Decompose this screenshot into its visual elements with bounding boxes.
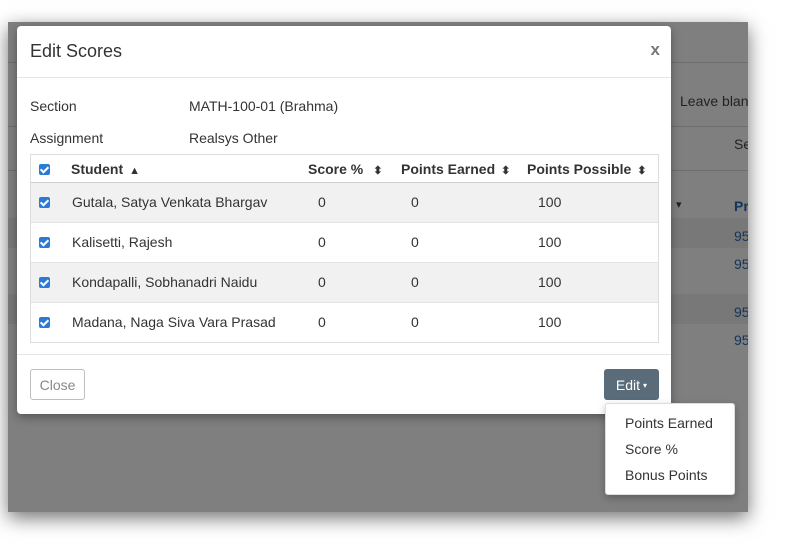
modal-title: Edit Scores	[30, 41, 123, 61]
points-possible-cell: 100	[538, 274, 562, 290]
points-earned-cell[interactable]: 0	[411, 314, 419, 330]
student-name: Gutala, Satya Venkata Bhargav	[72, 194, 268, 210]
assignment-label: Assignment	[30, 130, 104, 146]
edit-button-label: Edit	[615, 376, 641, 393]
menu-item-points-earned[interactable]: Points Earned	[625, 415, 713, 431]
sort-icon: ⬍	[501, 165, 511, 177]
table-row[interactable]: Kalisetti, Rajesh 0 0 100	[31, 223, 658, 263]
column-header-score-pct-label: Score %	[308, 161, 364, 177]
select-all-checkbox[interactable]	[39, 164, 50, 175]
points-possible-cell: 100	[538, 234, 562, 250]
modal-header: Edit Scores x	[17, 26, 671, 78]
column-header-points-possible-label: Points Possible	[527, 161, 632, 177]
points-possible-cell: 100	[538, 314, 562, 330]
edit-dropdown-button[interactable]: Edit ▾	[604, 369, 659, 400]
menu-item-bonus-points[interactable]: Bonus Points	[625, 467, 708, 483]
sort-icon: ⬍	[373, 165, 383, 177]
table-row[interactable]: Madana, Naga Siva Vara Prasad 0 0 100	[31, 303, 658, 343]
modal-footer: Close Edit ▾	[17, 354, 671, 414]
close-button[interactable]: Close	[30, 369, 85, 400]
student-name: Kondapalli, Sobhanadri Naidu	[72, 274, 258, 290]
column-header-points-earned-label: Points Earned	[401, 161, 496, 177]
edit-scores-modal: Edit Scores x Section MATH-100-01 (Brahm…	[17, 26, 671, 414]
student-name: Kalisetti, Rajesh	[72, 234, 173, 250]
caret-down-icon: ▾	[643, 381, 648, 391]
student-name: Madana, Naga Siva Vara Prasad	[72, 314, 276, 330]
assignment-value: Realsys Other	[189, 130, 278, 146]
edit-dropdown-menu: Points Earned Score % Bonus Points	[605, 403, 735, 495]
sort-icon: ⬍	[637, 165, 647, 177]
table-header: Student ▲ Score % ⬍ Points Earned ⬍ Points …	[31, 155, 658, 183]
scores-table: Student ▲ Score % ⬍ Points Earned ⬍ Points …	[30, 154, 659, 343]
sort-asc-icon: ▲	[129, 165, 140, 177]
row-checkbox[interactable]	[39, 277, 50, 288]
score-pct-cell[interactable]: 0	[318, 234, 326, 250]
score-pct-cell[interactable]: 0	[318, 314, 326, 330]
points-possible-cell: 100	[538, 194, 562, 210]
table-row[interactable]: Gutala, Satya Venkata Bhargav 0 0 100	[31, 183, 658, 223]
table-row[interactable]: Kondapalli, Sobhanadri Naidu 0 0 100	[31, 263, 658, 303]
score-pct-cell[interactable]: 0	[318, 274, 326, 290]
column-header-student-label: Student	[71, 161, 124, 177]
menu-item-score-pct[interactable]: Score %	[625, 441, 678, 457]
row-checkbox[interactable]	[39, 317, 50, 328]
column-header-points-earned[interactable]: Points Earned ⬍	[401, 161, 510, 177]
section-value: MATH-100-01 (Brahma)	[189, 98, 339, 114]
points-earned-cell[interactable]: 0	[411, 274, 419, 290]
row-checkbox[interactable]	[39, 237, 50, 248]
row-checkbox[interactable]	[39, 197, 50, 208]
section-label: Section	[30, 98, 77, 114]
column-header-score-pct[interactable]: Score % ⬍	[308, 161, 382, 177]
column-header-student[interactable]: Student ▲	[71, 161, 140, 177]
points-earned-cell[interactable]: 0	[411, 234, 419, 250]
score-pct-cell[interactable]: 0	[318, 194, 326, 210]
points-earned-cell[interactable]: 0	[411, 194, 419, 210]
close-icon[interactable]: x	[651, 40, 660, 60]
column-header-points-possible[interactable]: Points Possible ⬍	[527, 161, 646, 177]
